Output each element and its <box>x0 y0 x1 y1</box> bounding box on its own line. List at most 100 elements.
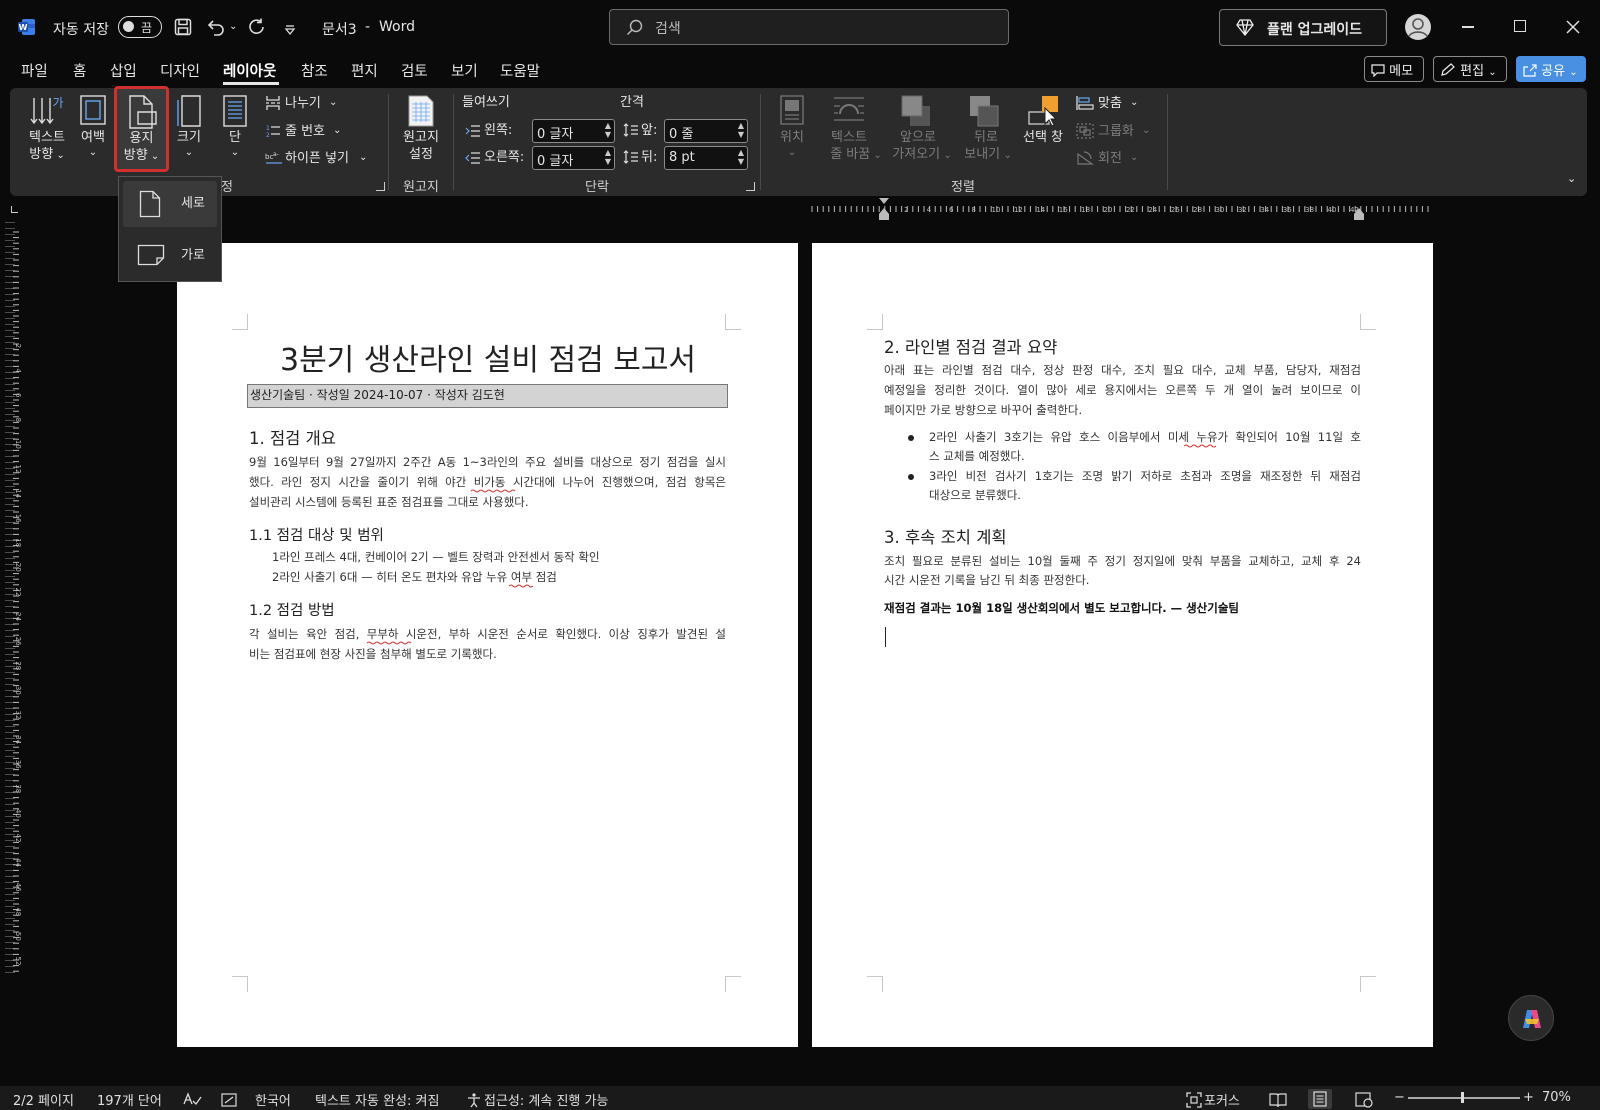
macro-recording-icon[interactable] <box>221 1092 237 1108</box>
spacing-before-input[interactable]: 0 줄 ▲ ▼ <box>664 119 748 143</box>
orientation-portrait-item[interactable]: 세로 <box>123 181 217 227</box>
accessibility-status[interactable]: 접근성: 계속 진행 가능 <box>484 1090 608 1109</box>
maximize-icon[interactable] <box>1514 20 1526 32</box>
print-layout-button[interactable] <box>1308 1089 1332 1109</box>
edit-mode-button[interactable]: 편집 ⌄ <box>1433 56 1507 82</box>
page-2[interactable]: 2. 라인별 점검 결과 요약 아래 표는 라인별 점검 대수, 정상 판정 대… <box>812 243 1433 1047</box>
margin-corner <box>725 976 741 992</box>
page-count[interactable]: 2/2 페이지 <box>13 1090 74 1109</box>
landscape-page-icon <box>137 244 165 266</box>
zoom-out-icon[interactable]: − <box>1394 1090 1405 1105</box>
hyphenation-label: 하이픈 넣기 <box>285 151 349 166</box>
tab-references[interactable]: 참조 <box>301 60 328 81</box>
rotate-button: 회전 ⌄ <box>1074 148 1164 170</box>
indent-right-label: 오른쪽: <box>484 150 525 165</box>
tab-file[interactable]: 파일 <box>21 60 48 81</box>
selection-pane-button[interactable]: 선택 창 <box>1018 92 1068 168</box>
tab-insert[interactable]: 삽입 <box>110 60 137 81</box>
paragraph-launcher-icon[interactable] <box>746 182 755 191</box>
line-numbers-button[interactable]: 12 줄 번호 ⌄ <box>263 121 373 143</box>
close-icon[interactable] <box>1566 19 1580 38</box>
text-direction-button[interactable]: 가 텍스트 방향 ⌄ <box>22 92 72 168</box>
size-button[interactable]: 크기 ⌄ <box>172 92 206 168</box>
spinner-arrows-icon[interactable]: ▲ ▼ <box>605 148 611 166</box>
chevron-down-icon: ⌄ <box>230 147 240 158</box>
ruler-number: 38 <box>14 784 22 793</box>
tab-home[interactable]: 홈 <box>73 60 86 81</box>
zoom-slider-thumb[interactable] <box>1461 1092 1464 1103</box>
tab-mailings[interactable]: 편지 <box>351 60 378 81</box>
margins-button[interactable]: 여백 ⌄ <box>75 92 111 168</box>
page-1[interactable]: 3분기 생산라인 설비 점검 보고서 생산기술팀 · 작성일 2024-10-0… <box>177 243 798 1047</box>
autosave-toggle[interactable]: 끔 <box>118 16 162 38</box>
accessibility-icon <box>468 1093 480 1108</box>
ruler-number: 8 <box>971 206 975 214</box>
share-button[interactable]: 공유 ⌄ <box>1516 56 1586 82</box>
ruler-number: 50 <box>14 932 22 941</box>
proofing-icon[interactable] <box>182 1092 202 1108</box>
undo-icon[interactable] <box>206 17 226 41</box>
language-indicator[interactable]: 한국어 <box>255 1090 291 1109</box>
indent-right-input[interactable]: 0 글자 ▲ ▼ <box>532 146 615 170</box>
manuscript-icon <box>408 95 434 127</box>
ruler-number: 18 <box>14 538 22 547</box>
paragraph-group-label: 단락 <box>585 180 609 195</box>
tab-view[interactable]: 보기 <box>451 60 478 81</box>
zoom-level[interactable]: 70% <box>1542 1090 1571 1105</box>
copilot-button[interactable] <box>1508 995 1554 1041</box>
columns-button[interactable]: 단 ⌄ <box>218 92 252 168</box>
spacing-after-label: 뒤: <box>641 150 658 165</box>
page-setup-launcher-icon[interactable] <box>376 182 385 191</box>
left-indent-marker-icon[interactable] <box>879 214 889 220</box>
align-label: 맞춤 <box>1098 96 1122 111</box>
tab-review[interactable]: 검토 <box>401 60 428 81</box>
web-layout-icon[interactable] <box>1355 1092 1373 1108</box>
ruler-number: 26 <box>1171 206 1180 214</box>
zoom-slider[interactable] <box>1408 1092 1520 1103</box>
avatar[interactable] <box>1404 13 1432 45</box>
undo-dropdown-icon[interactable]: ⌄ <box>229 21 237 32</box>
ruler-number: 10 <box>992 206 1001 214</box>
align-button[interactable]: 맞춤 ⌄ <box>1074 93 1164 115</box>
orientation-button[interactable]: 용지 방향 ⌄ <box>114 86 169 172</box>
breaks-icon <box>266 96 280 110</box>
indent-left-input[interactable]: 0 글자 ▲ ▼ <box>532 119 615 143</box>
spinner-arrows-icon[interactable]: ▲ ▼ <box>738 148 744 166</box>
send-backward-icon <box>970 96 999 127</box>
orientation-landscape-item[interactable]: 가로 <box>123 233 217 279</box>
hyphenation-button[interactable]: bc a- 하이픈 넣기 ⌄ <box>263 148 373 170</box>
indent-marker-icon[interactable] <box>879 198 889 214</box>
tab-layout[interactable]: 레이아웃 <box>223 60 276 81</box>
spinner-arrows-icon[interactable]: ▲ ▼ <box>605 121 611 139</box>
save-icon[interactable] <box>174 18 192 40</box>
collapse-ribbon-icon[interactable]: ⌄ <box>1567 170 1576 187</box>
customize-qat-icon[interactable] <box>284 21 296 40</box>
hyphenation-icon: bc a- <box>265 151 282 164</box>
focus-mode-button[interactable]: 포커스 <box>1204 1090 1240 1109</box>
word-count[interactable]: 197개 단어 <box>97 1090 162 1109</box>
manuscript-settings-button[interactable]: 원고지 설정 <box>398 92 444 168</box>
section-2-line: 예정일을 정리한 것이다. 열이 많아 세로 용지에서는 오른쪽 두 개 열이 … <box>884 383 1361 397</box>
tab-design[interactable]: 디자인 <box>160 60 200 81</box>
autocomplete-status[interactable]: 텍스트 자동 완성: 켜짐 <box>315 1090 439 1109</box>
indent-left-label: 왼쪽: <box>484 123 513 138</box>
horizontal-ruler: 2 4 6 8 10 12 14 16 18 20 22 24 26 28 30 32 34 36 38 40 42 <box>0 198 1600 222</box>
upgrade-plan-button[interactable]: 플랜 업그레이드 <box>1219 9 1387 46</box>
read-mode-icon[interactable] <box>1269 1092 1287 1108</box>
tab-help[interactable]: 도움말 <box>500 60 540 81</box>
zoom-in-icon[interactable]: + <box>1523 1090 1534 1105</box>
wrap-text-icon <box>834 97 864 121</box>
section-1-2-heading: 1.2 점검 방법 <box>249 603 335 619</box>
margin-corner <box>232 314 248 330</box>
breaks-button[interactable]: 나누기 ⌄ <box>263 93 373 115</box>
minimize-icon[interactable] <box>1462 26 1474 28</box>
memo-button[interactable]: 메모 <box>1364 56 1424 82</box>
ruler-number: 14 <box>14 489 22 498</box>
app-name: Word <box>379 19 415 35</box>
search-box[interactable]: 검색 <box>609 9 1009 45</box>
spacing-after-input[interactable]: 8 pt ▲ ▼ <box>664 146 748 170</box>
focus-icon <box>1186 1092 1202 1108</box>
wrap-text-label-1: 텍스트 <box>831 130 867 145</box>
redo-icon[interactable] <box>247 17 267 41</box>
spinner-arrows-icon[interactable]: ▲ ▼ <box>738 121 744 139</box>
